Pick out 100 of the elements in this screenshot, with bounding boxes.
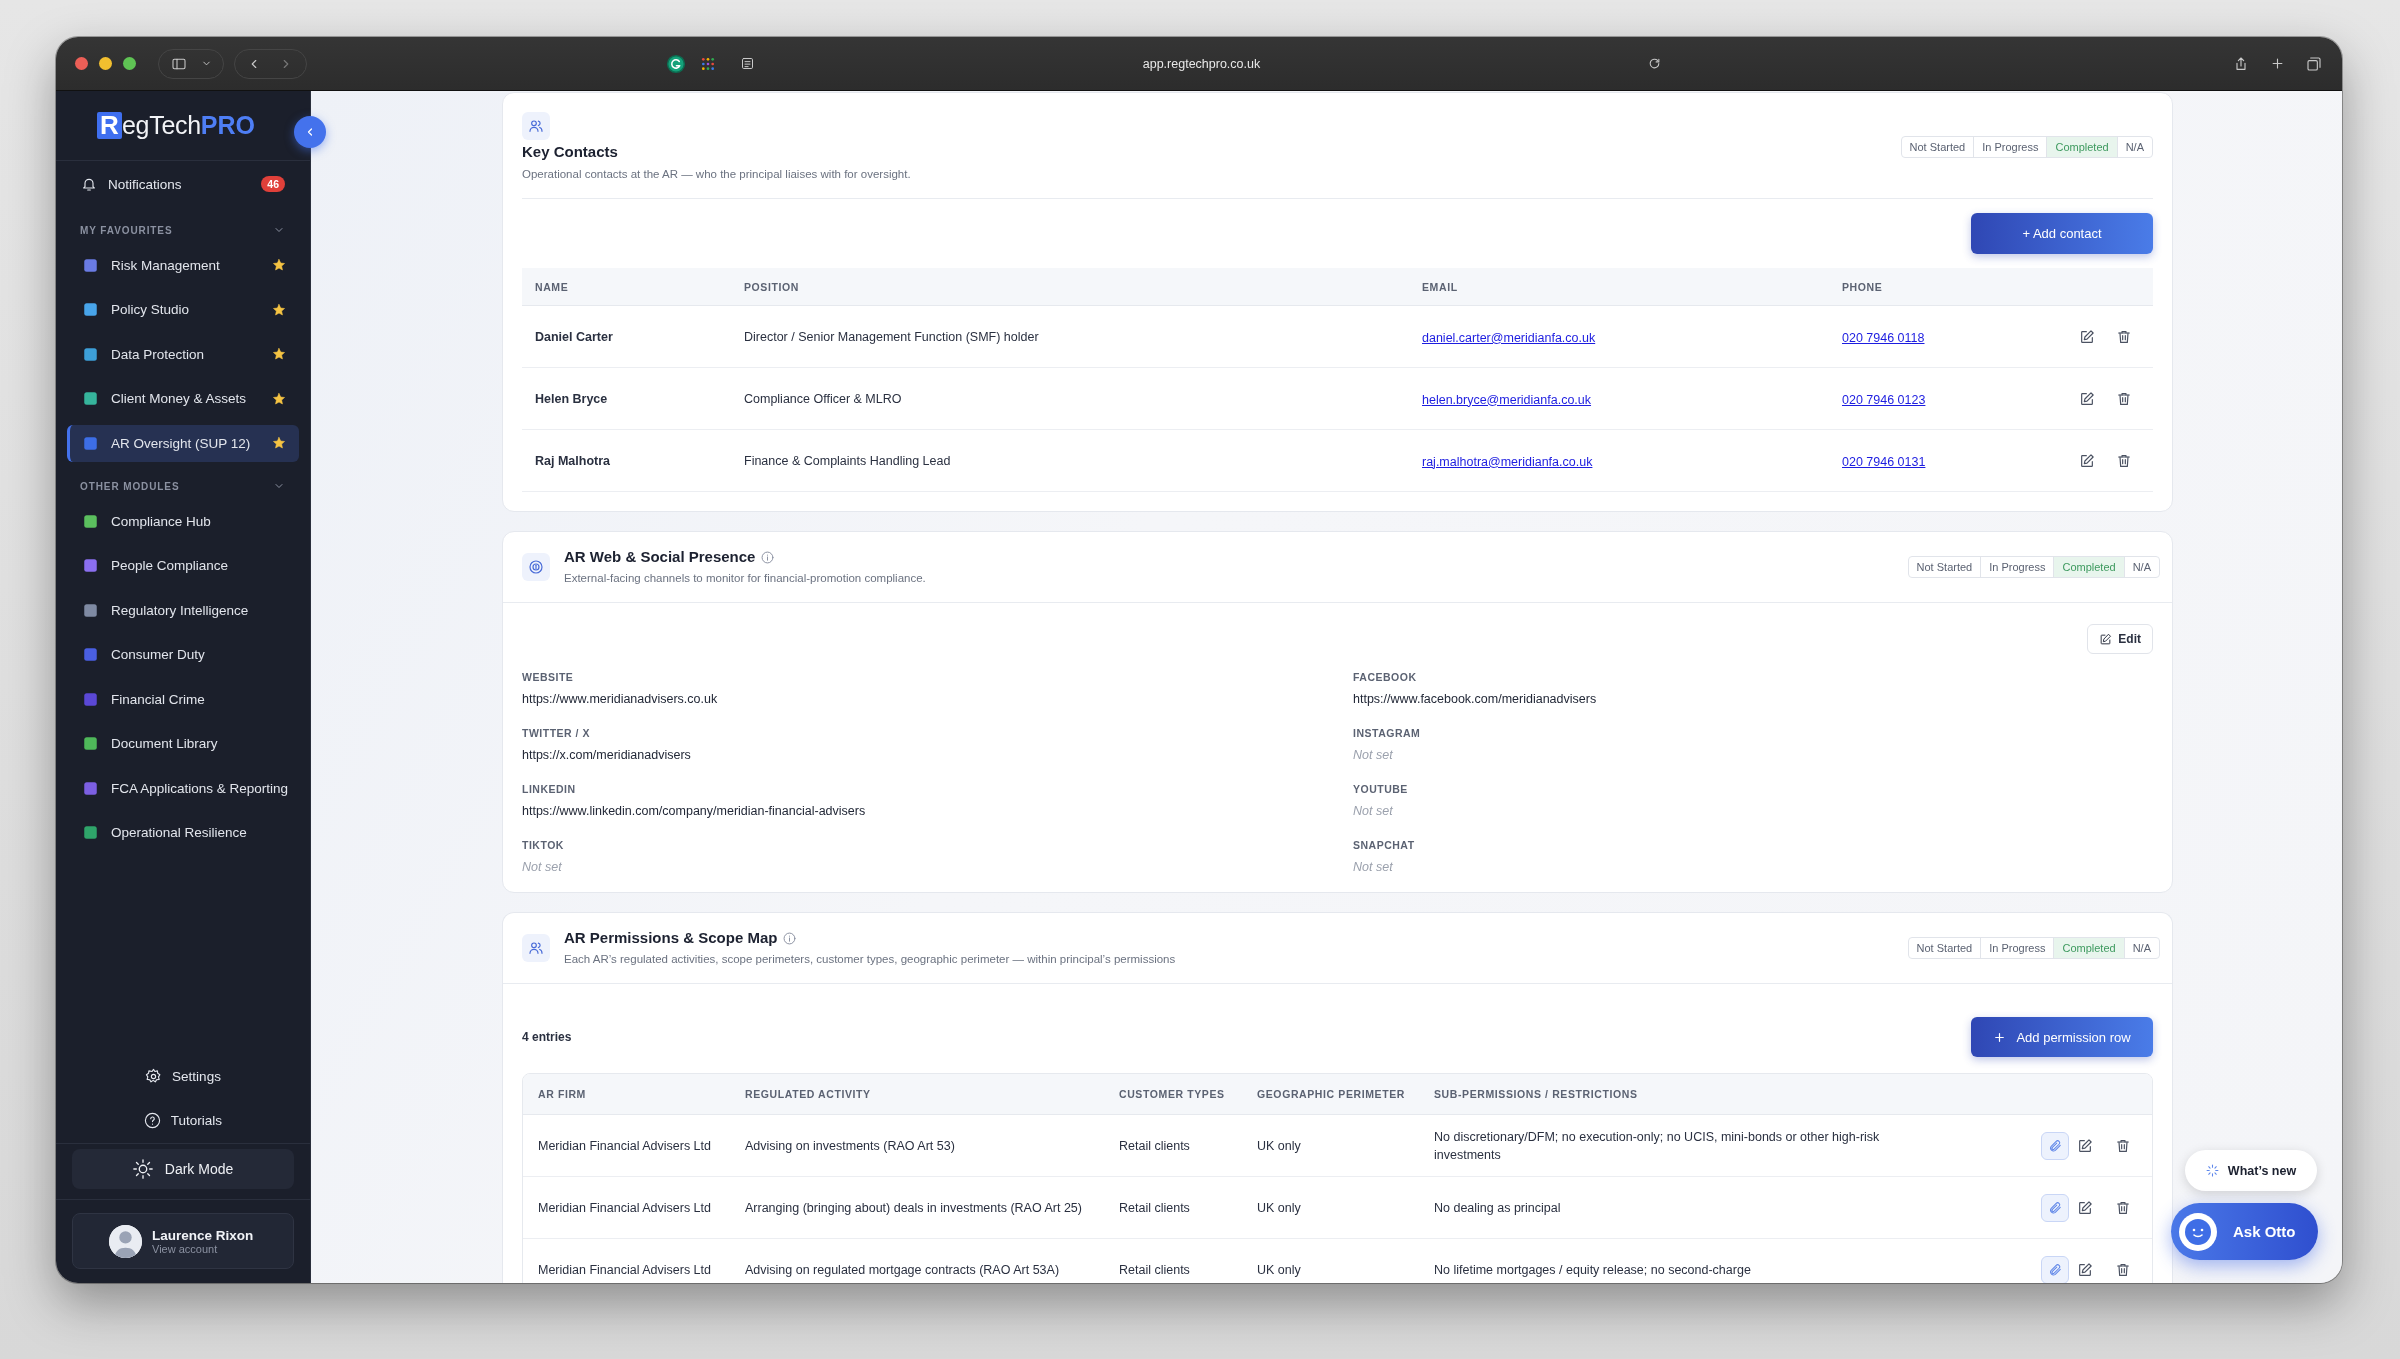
table-cell-text: Arranging (bringing about) deals in investments (RAO Art 25): [745, 1199, 1083, 1217]
window-zoom-button[interactable]: [123, 57, 136, 70]
paperclip-icon: [2048, 1262, 2062, 1277]
table-cell-text: Meridian Financial Advisers Ltd: [538, 1261, 712, 1279]
sidebar-item[interactable]: Policy Studio: [67, 291, 299, 328]
phone-link[interactable]: 020 7946 0118: [1842, 330, 1925, 345]
email-link[interactable]: helen.bryce@meridianfa.co.uk: [1422, 392, 1592, 407]
entry-count: 4 entries: [522, 1030, 572, 1044]
sidebar-item[interactable]: People Compliance: [67, 547, 299, 584]
account-card[interactable]: Laurence Rixon View account: [72, 1213, 294, 1269]
apps-grid-icon: [700, 55, 716, 72]
table-cell-text: UK only: [1257, 1137, 1302, 1155]
sidebar-item[interactable]: Document Library: [67, 725, 299, 762]
section-subtitle: Each AR’s regulated activities, scope perimeters, customer types, geographic perimeter — within principal’s permissions: [564, 952, 1177, 967]
notification-count: 46: [261, 176, 285, 192]
sidebar-item[interactable]: Risk Management: [67, 246, 299, 284]
email-link[interactable]: daniel.carter@meridianfa.co.uk: [1422, 330, 1596, 345]
table-cell-text: Advising on investments (RAO Art 53): [745, 1137, 956, 1155]
delete-icon[interactable]: [2115, 1137, 2131, 1154]
delete-icon[interactable]: [2116, 328, 2132, 345]
status-option[interactable]: N/A: [2123, 557, 2159, 577]
ask-assistant-button[interactable]: Ask Otto: [2171, 1203, 2318, 1260]
column-header: GEOGRAPHIC PERIMETER: [1257, 1088, 1406, 1100]
edit-icon[interactable]: [2077, 1199, 2093, 1216]
attachment-button[interactable]: [2041, 1131, 2069, 1160]
tabs-overview-icon[interactable]: [2306, 55, 2322, 72]
new-tab-icon[interactable]: [2270, 56, 2285, 71]
field-value: Not set: [522, 859, 563, 876]
phone-link[interactable]: 020 7946 0123: [1842, 392, 1926, 407]
field-label: FACEBOOK: [1353, 670, 1418, 684]
edit-icon[interactable]: [2077, 1137, 2093, 1154]
view-account-link[interactable]: View account: [152, 1242, 254, 1255]
edit-icon[interactable]: [2079, 328, 2095, 345]
column-header: POSITION: [744, 280, 800, 293]
column-header: PHONE: [1842, 280, 1884, 293]
sidebar-item[interactable]: FCA Applications & Reporting: [67, 769, 299, 807]
plus-icon: [1993, 1030, 2007, 1044]
field-label: WEBSITE: [522, 670, 575, 684]
contact-position: Compliance Officer & MLRO: [744, 390, 903, 408]
settings-link[interactable]: Settings: [145, 1058, 221, 1094]
help-icon: [143, 1111, 161, 1129]
contact-name: Raj Malhotra: [534, 452, 611, 470]
edit-button[interactable]: Edit: [2087, 624, 2153, 654]
sidebar-item[interactable]: Operational Resilience: [67, 814, 299, 851]
group-header[interactable]: MY FAVOURITES: [56, 216, 310, 244]
status-option[interactable]: N/A: [2123, 938, 2159, 958]
window-minimize-button[interactable]: [99, 57, 112, 70]
table-cell-text: UK only: [1257, 1261, 1302, 1279]
smiley-icon: [2177, 1210, 2219, 1253]
section-title: AR Web & Social Presence: [564, 548, 756, 566]
sidebar-item[interactable]: Client Money & Assets: [67, 380, 299, 417]
delete-icon[interactable]: [2115, 1199, 2131, 1216]
whats-new-button[interactable]: What’s new: [2185, 1150, 2317, 1191]
sidebar-item[interactable]: Financial Crime: [67, 680, 299, 718]
field-label: SNAPCHAT: [1353, 838, 1416, 852]
notifications-item[interactable]: Notifications 46: [56, 166, 310, 202]
edit-icon[interactable]: [2079, 452, 2095, 469]
delete-icon[interactable]: [2116, 390, 2132, 407]
collapse-sidebar-button[interactable]: [294, 116, 326, 148]
delete-icon[interactable]: [2116, 452, 2132, 469]
contact-position: Director / Senior Management Function (SMF) holder: [744, 328, 1040, 346]
edit-icon[interactable]: [2077, 1261, 2093, 1278]
status-option[interactable]: Not Started: [1908, 557, 1981, 577]
section-title: AR Permissions & Scope Map: [564, 929, 778, 947]
sidebar-item[interactable]: Consumer Duty: [67, 636, 299, 673]
add-permission-row-button[interactable]: Add permission row: [1971, 1017, 2153, 1057]
edit-icon[interactable]: [2079, 390, 2095, 407]
add-contact-button[interactable]: + Add contact: [1971, 213, 2153, 254]
attachment-button[interactable]: [2041, 1193, 2069, 1222]
edit-icon: [2099, 632, 2113, 646]
delete-icon[interactable]: [2115, 1261, 2131, 1278]
field-label: TIKTOK: [522, 838, 565, 852]
column-header: REGULATED ACTIVITY: [745, 1088, 872, 1100]
sidebar-item[interactable]: AR Oversight (SUP 12): [67, 424, 299, 462]
status-option[interactable]: Not Started: [1908, 938, 1981, 958]
status-option[interactable]: N/A: [2116, 137, 2152, 157]
field-value: https://x.com/meridianadvisers: [522, 747, 692, 764]
share-icon[interactable]: [2233, 55, 2249, 72]
phone-link[interactable]: 020 7946 0131: [1842, 454, 1926, 469]
attachment-button[interactable]: [2041, 1255, 2069, 1283]
sparkle-icon: [2205, 1164, 2219, 1177]
sidebar-item[interactable]: Data Protection: [67, 335, 299, 373]
status-option[interactable]: Not Started: [1901, 137, 1974, 157]
column-header: CUSTOMER TYPES: [1119, 1088, 1226, 1100]
column-header: SUB-PERMISSIONS / RESTRICTIONS: [1434, 1088, 1639, 1100]
dark-mode-button[interactable]: Dark Mode: [72, 1149, 294, 1189]
field-label: YOUTUBE: [1353, 782, 1409, 796]
window-close-button[interactable]: [75, 57, 88, 70]
sidebar-item[interactable]: Regulatory Intelligence: [67, 591, 299, 629]
address-bar[interactable]: app.regtechpro.co.uk: [755, 56, 1648, 71]
page-icon: [740, 56, 755, 71]
table-cell-text: No dealing as principal: [1434, 1199, 1562, 1217]
tutorials-link[interactable]: Tutorials: [143, 1102, 223, 1138]
section-title: Key Contacts: [522, 143, 619, 161]
email-link[interactable]: raj.malhotra@meridianfa.co.uk: [1422, 454, 1593, 469]
reload-icon[interactable]: [1648, 57, 1661, 70]
sun-icon: [132, 1159, 153, 1179]
group-header[interactable]: OTHER MODULES: [56, 472, 310, 500]
sidebar-item[interactable]: Compliance Hub: [67, 502, 299, 540]
table-cell-text: No discretionary/DFM; no execution-only; no UCIS, mini-bonds or other high-risk investments: [1434, 1128, 1881, 1164]
